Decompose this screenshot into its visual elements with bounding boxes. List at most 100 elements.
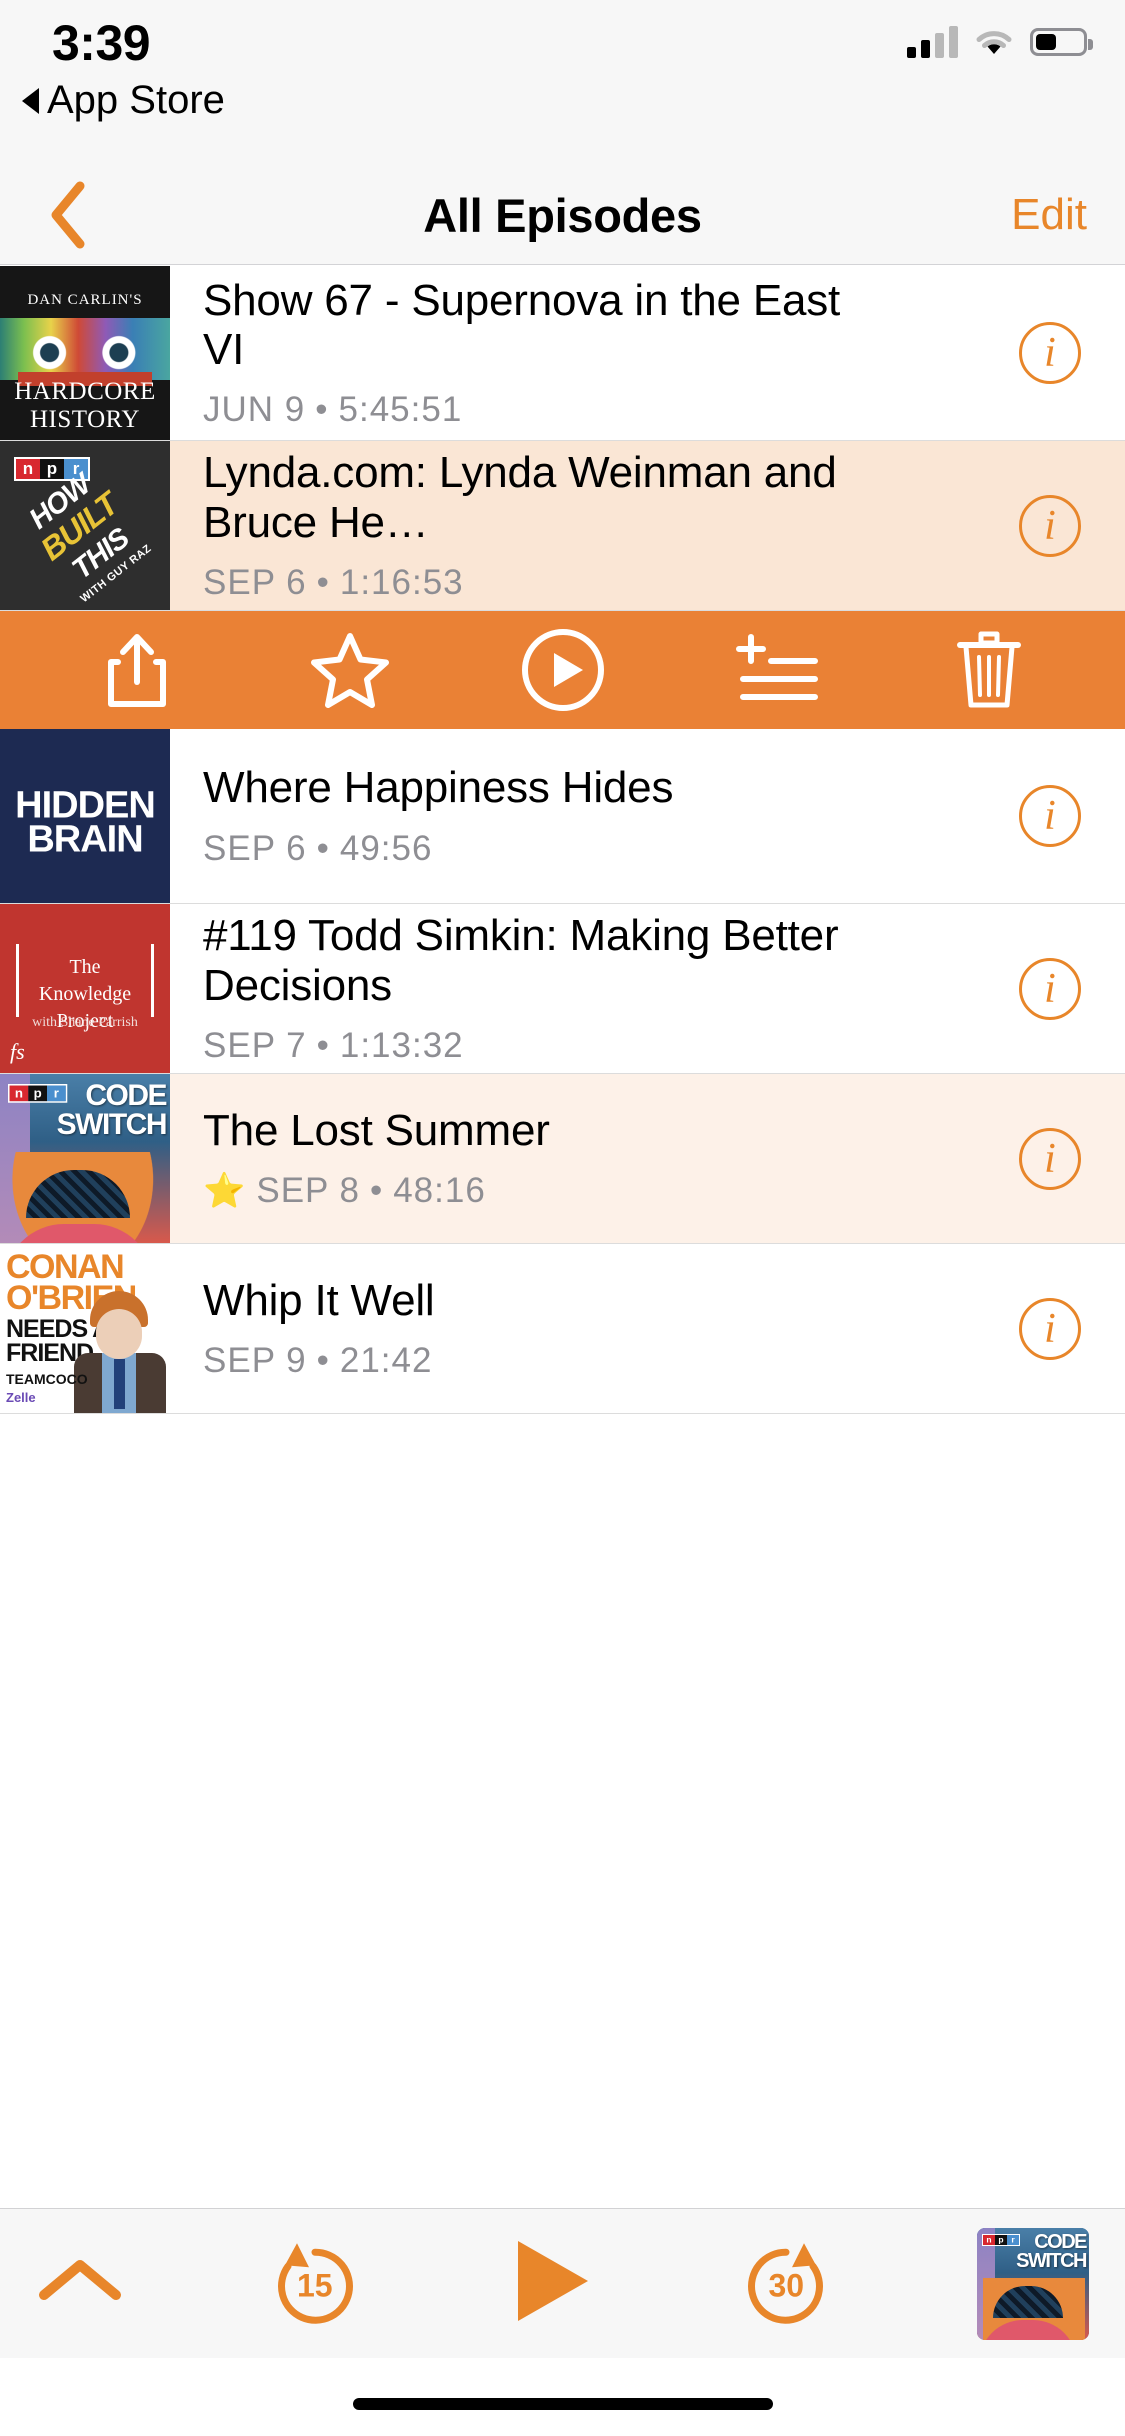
episode-duration: 1:16:53 [339, 562, 464, 602]
hardcore-history-artwork: DAN CARLIN'S HARDCORE HISTORY [0, 266, 170, 440]
page-title: All Episodes [423, 188, 702, 242]
episode-title: The Lost Summer [203, 1105, 550, 1155]
table-row[interactable]: The Knowledge Project with Shane Parrish… [0, 904, 1125, 1074]
starred-badge-icon: ⭐ [203, 1172, 247, 1211]
info-icon: i [1019, 785, 1081, 847]
chevron-up-icon [36, 2253, 124, 2314]
episode-info-button[interactable]: i [975, 266, 1125, 440]
episode-title: Lynda.com: Lynda Weinman and Bruce He… [203, 448, 837, 547]
episode-duration: 49:56 [339, 828, 433, 868]
npr-letter: n [16, 459, 40, 479]
artwork-line-4: with Shane Parrish [32, 1015, 138, 1030]
episode-info-button[interactable]: i [975, 729, 1125, 903]
info-icon: i [1019, 1297, 1081, 1360]
npr-letter: p [995, 2234, 1007, 2245]
episode-list: DAN CARLIN'S HARDCORE HISTORY Show 67 - … [0, 266, 1125, 1476]
episode-date: SEP 6 [203, 828, 307, 868]
battery-icon [1030, 28, 1093, 56]
table-row[interactable]: n p r CODE SWITCH The Lost Summer ⭐ SEP … [0, 1074, 1125, 1244]
star-button[interactable] [290, 611, 410, 729]
episode-info: The Lost Summer ⭐ SEP 8 • 48:16 [170, 1074, 975, 1243]
skip-forward-button[interactable]: 30 [738, 2236, 834, 2332]
episode-meta: SEP 7 • 1:13:32 [203, 1026, 975, 1066]
episode-date: SEP 9 [203, 1341, 307, 1381]
status-bar-time: 3:39 [52, 15, 151, 71]
episode-info: Lynda.com: Lynda Weinman and Bruce He… S… [170, 441, 975, 610]
artwork-line-1: CODE [1034, 2230, 1087, 2253]
star-icon [310, 631, 390, 709]
info-icon: i [1019, 957, 1081, 1020]
meta-separator: • [316, 828, 330, 868]
artwork-line-1: DAN CARLIN'S [27, 292, 143, 308]
share-button[interactable] [77, 611, 197, 729]
npr-letter: n [983, 2234, 995, 2245]
table-row[interactable]: DAN CARLIN'S HARDCORE HISTORY Show 67 - … [0, 266, 1125, 441]
play-button[interactable] [503, 611, 623, 729]
add-to-playlist-icon [731, 631, 821, 709]
artwork-line-2: BRAIN [27, 818, 143, 861]
episode-title: Show 67 - Supernova in the East VI [203, 275, 841, 374]
play-triangle-icon [506, 2235, 596, 2332]
episode-date: JUN 9 [203, 390, 306, 430]
add-to-playlist-button[interactable] [716, 611, 836, 729]
episode-info-button[interactable]: i [975, 1074, 1125, 1243]
episode-meta: ⭐ SEP 8 • 48:16 [203, 1171, 975, 1211]
now-playing-artwork[interactable]: n p r CODE SWITCH [977, 2227, 1089, 2340]
episode-date: SEP 6 [203, 562, 307, 602]
episode-meta: JUN 9 • 5:45:51 [203, 390, 975, 430]
knowledge-project-artwork: The Knowledge Project with Shane Parrish… [0, 904, 170, 1073]
list-bottom-spacer [0, 1414, 1125, 1476]
info-icon: i [1019, 494, 1081, 557]
episode-info-button[interactable]: i [975, 441, 1125, 610]
play-button[interactable] [506, 2235, 596, 2332]
chevron-left-icon [46, 180, 88, 250]
episode-meta: SEP 6 • 49:56 [203, 829, 975, 869]
navigation-bar: All Episodes Edit [0, 165, 1125, 265]
table-row[interactable]: n p r HOW BUILT THIS WITH GUY RAZ Lynda.… [0, 441, 1125, 611]
table-row[interactable]: HIDDEN BRAIN Where Happiness Hides SEP 6… [0, 729, 1125, 904]
episode-date: SEP 7 [203, 1025, 307, 1065]
trash-icon [954, 629, 1024, 711]
mini-player-bar: 15 30 n p r CODE SWITCH [0, 2208, 1125, 2358]
back-to-app-store-link[interactable]: App Store [22, 78, 225, 123]
skip-back-button[interactable]: 15 [267, 2236, 363, 2332]
edit-button[interactable]: Edit [1011, 165, 1087, 265]
back-button[interactable] [22, 165, 112, 265]
artwork-line-2: SWITCH [56, 1107, 168, 1141]
npr-logo-icon: n p r [982, 2233, 1020, 2246]
skip-back-label: 15 [296, 2267, 333, 2304]
episode-duration: 1:13:32 [339, 1025, 464, 1065]
episode-title: Where Happiness Hides [203, 763, 674, 813]
wifi-icon [974, 27, 1014, 57]
meta-separator: • [316, 1341, 330, 1381]
episode-title: #119 Todd Simkin: Making Better Decision… [203, 911, 839, 1010]
episode-info-button[interactable]: i [975, 1244, 1125, 1413]
skip-forward-label: 30 [768, 2267, 805, 2304]
conan-obrien-artwork: CONAN O'BRIEN NEEDS A FRIEND TEAMCOCO Ze… [0, 1244, 170, 1413]
artwork-line-2: HARDCORE [14, 378, 156, 405]
expand-player-button[interactable] [36, 2253, 124, 2314]
table-row[interactable]: CONAN O'BRIEN NEEDS A FRIEND TEAMCOCO Ze… [0, 1244, 1125, 1414]
artwork-line-5: fs [10, 1039, 25, 1064]
status-bar-indicators [907, 26, 1093, 58]
artwork-line-3: HISTORY [29, 406, 140, 433]
episode-date: SEP 8 [256, 1171, 360, 1211]
artwork-line-1: CODE [85, 1079, 167, 1112]
artwork-line-6: Zelle [6, 1390, 36, 1405]
episode-duration: 21:42 [339, 1341, 433, 1381]
episode-duration: 5:45:51 [338, 390, 463, 430]
episode-info: Whip It Well SEP 9 • 21:42 [170, 1244, 975, 1413]
npr-letter: p [28, 1085, 47, 1102]
info-icon: i [1019, 1127, 1081, 1190]
home-indicator[interactable] [352, 2398, 773, 2410]
episode-info-button[interactable]: i [975, 904, 1125, 1073]
delete-button[interactable] [929, 611, 1049, 729]
left-triangle-icon [22, 87, 39, 114]
meta-separator: • [316, 1025, 330, 1065]
podcast-app-screen: 3:39 App Store All Episodes Edit DAN CAR… [0, 0, 1125, 2436]
npr-letter: n [9, 1085, 29, 1102]
episode-info: Show 67 - Supernova in the East VI JUN 9… [170, 266, 975, 440]
artwork-line-2: SWITCH [1016, 2249, 1087, 2272]
episode-meta: SEP 6 • 1:16:53 [203, 563, 975, 603]
info-icon: i [1019, 322, 1081, 384]
